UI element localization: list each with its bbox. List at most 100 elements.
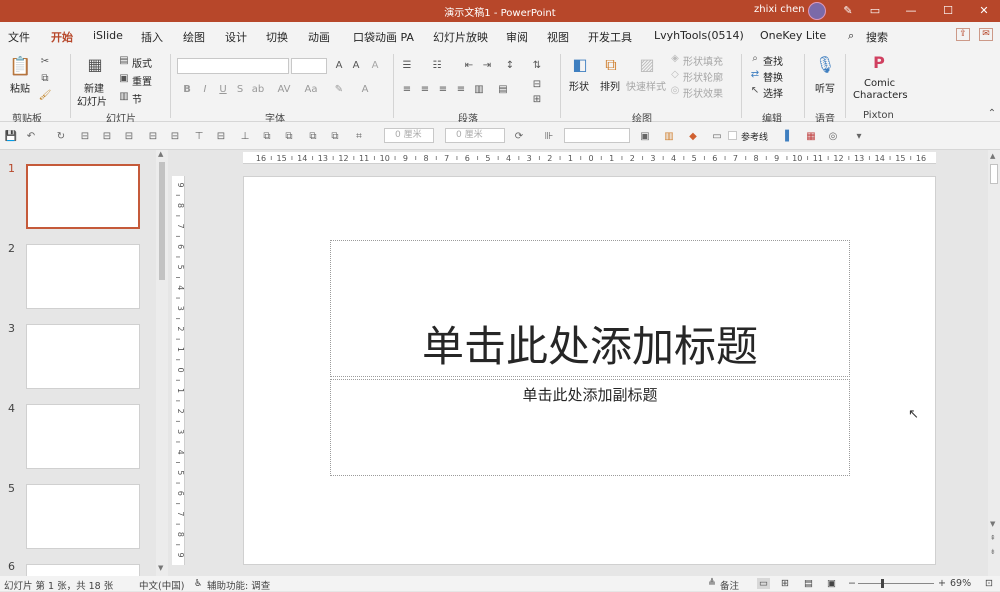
increase-indent-icon[interactable]: ⇥ xyxy=(480,60,494,72)
width-field[interactable]: 0 厘米 xyxy=(445,128,505,143)
reset-icon[interactable]: ▣ xyxy=(117,73,131,85)
close-icon[interactable]: ✕ xyxy=(976,3,992,19)
undo-icon[interactable]: ↶ xyxy=(24,130,38,143)
tab-file[interactable]: 文件 xyxy=(8,29,30,45)
thumbnail-scrollbar[interactable]: ▲ ▼ xyxy=(156,150,168,576)
table-icon[interactable]: ▦ xyxy=(804,130,818,143)
format-painter-icon[interactable]: 🖌 xyxy=(38,90,52,102)
font-name-dropdown[interactable] xyxy=(177,58,289,74)
shape-outline-button[interactable]: 形状轮廓 xyxy=(683,69,723,84)
font-size-dropdown[interactable] xyxy=(291,58,327,74)
line-spacing-icon[interactable]: ↕ xyxy=(503,60,517,72)
tab-insert[interactable]: 插入 xyxy=(141,29,163,45)
tab-developer[interactable]: 开发工具 xyxy=(588,29,632,45)
justify-icon[interactable]: ≡ xyxy=(454,84,468,96)
crop-icon[interactable]: ⌗ xyxy=(352,130,366,143)
align-icon[interactable]: ⊟ xyxy=(146,130,160,143)
fill-icon[interactable]: ▥ xyxy=(662,130,676,143)
group-icon[interactable]: ⧉ xyxy=(306,130,320,143)
slide-thumbnail-1[interactable] xyxy=(26,164,140,229)
section-icon[interactable]: ▥ xyxy=(117,91,131,103)
group-icon[interactable]: ⧉ xyxy=(328,130,342,143)
shapes-icon[interactable]: ◧ xyxy=(569,54,591,76)
shape-outline-icon[interactable]: ◇ xyxy=(668,69,682,81)
find-icon[interactable]: ⌕ xyxy=(748,53,762,65)
distributed-icon[interactable]: ▥ xyxy=(472,84,486,96)
share-icon[interactable]: ⇪ xyxy=(956,28,970,41)
paste-icon[interactable]: 📋 xyxy=(9,56,31,78)
slide-thumbnail-6[interactable] xyxy=(26,564,140,576)
tab-animations[interactable]: 动画 xyxy=(308,29,330,45)
section-button[interactable]: 节 xyxy=(132,91,142,106)
shapes-button[interactable]: 形状 xyxy=(569,78,589,93)
tab-design[interactable]: 设计 xyxy=(225,29,247,45)
underline-icon[interactable]: U xyxy=(216,84,230,96)
next-slide-icon[interactable]: ⇟ xyxy=(990,548,996,556)
title-placeholder[interactable]: 单击此处添加标题 xyxy=(330,240,850,377)
maximize-icon[interactable]: ☐ xyxy=(940,3,956,19)
tab-view[interactable]: 视图 xyxy=(547,29,569,45)
group-icon[interactable]: ⧉ xyxy=(282,130,296,143)
scrollbar-thumb[interactable] xyxy=(990,164,998,184)
subtitle-placeholder[interactable]: 单击此处添加副标题 xyxy=(330,379,850,476)
italic-icon[interactable]: I xyxy=(198,84,212,96)
align-left-icon[interactable]: ≡ xyxy=(400,84,414,96)
zoom-in-icon[interactable]: + xyxy=(938,578,946,589)
ribbon-display-icon[interactable]: ▭ xyxy=(867,3,883,19)
slide-sorter-icon[interactable]: ⊞ xyxy=(781,578,789,589)
outline-icon[interactable]: ▭ xyxy=(710,130,724,143)
columns-icon[interactable]: ▤ xyxy=(496,84,510,96)
highlight-icon[interactable]: ✎ xyxy=(332,84,346,96)
zoom-slider[interactable] xyxy=(858,583,934,584)
slide-thumbnail-5[interactable] xyxy=(26,484,140,549)
pen-icon[interactable]: ✎ xyxy=(840,3,856,19)
reset-button[interactable]: 重置 xyxy=(132,73,152,88)
bar-icon[interactable]: ▌ xyxy=(782,130,796,143)
select-icon[interactable]: ↖ xyxy=(748,85,762,97)
rotate-icon[interactable]: ⟳ xyxy=(512,130,526,143)
align-icon[interactable]: ⊟ xyxy=(78,130,92,143)
scroll-down-icon[interactable]: ▼ xyxy=(990,520,995,528)
copy-icon[interactable]: ⧉ xyxy=(38,73,52,85)
tab-onekey[interactable]: OneKey Lite xyxy=(760,29,826,42)
tab-transitions[interactable]: 切换 xyxy=(266,29,288,45)
accessibility-status[interactable]: 辅助功能: 调查 xyxy=(207,578,270,592)
tab-lvyhtools[interactable]: LvyhTools(0514) xyxy=(654,29,744,42)
zoom-slider-thumb[interactable] xyxy=(881,579,884,588)
align-icon[interactable]: ⊟ xyxy=(122,130,136,143)
align-text-icon[interactable]: ⊟ xyxy=(530,79,544,91)
shape-effects-button[interactable]: 形状效果 xyxy=(683,85,723,100)
distribute-icon[interactable]: ⊪ xyxy=(542,130,556,143)
normal-view-icon[interactable]: ▭ xyxy=(757,578,770,589)
avatar[interactable] xyxy=(808,2,826,20)
accessibility-icon[interactable]: ♿ xyxy=(194,578,203,589)
color-icon[interactable]: ◆ xyxy=(686,130,700,143)
slide-thumbnail-3[interactable] xyxy=(26,324,140,389)
tab-search[interactable]: 搜索 xyxy=(866,29,888,45)
reading-view-icon[interactable]: ▤ xyxy=(804,578,813,589)
find-button[interactable]: 查找 xyxy=(763,53,783,68)
strikethrough-icon[interactable]: ab xyxy=(251,84,265,96)
align-icon[interactable]: ⊥ xyxy=(238,130,252,143)
quick-styles-icon[interactable]: ▨ xyxy=(636,54,658,76)
tab-draw[interactable]: 绘图 xyxy=(183,29,205,45)
shape-icon[interactable]: ◎ xyxy=(826,130,840,143)
paste-button[interactable]: 粘贴 xyxy=(10,80,30,95)
comment-icon[interactable]: ✉ xyxy=(979,28,993,41)
quick-styles-button[interactable]: 快速样式 xyxy=(626,78,666,93)
minimize-icon[interactable]: — xyxy=(903,3,919,19)
slideshow-icon[interactable]: ▣ xyxy=(827,578,836,589)
tab-review[interactable]: 审阅 xyxy=(506,29,528,45)
comic-label[interactable]: Comic xyxy=(864,78,895,89)
bold-icon[interactable]: B xyxy=(180,84,194,96)
language[interactable]: 中文(中国) xyxy=(139,578,184,592)
save-icon[interactable]: 💾 xyxy=(4,130,18,143)
slide-thumbnail-4[interactable] xyxy=(26,404,140,469)
zoom-level[interactable]: 69% xyxy=(950,578,971,589)
replace-icon[interactable]: ⇄ xyxy=(748,69,762,81)
shape-effects-icon[interactable]: ◎ xyxy=(668,85,682,97)
editor-scrollbar[interactable]: ▲ ▼ ⇞ ⇟ xyxy=(988,150,1000,576)
comic-characters-button[interactable]: Characters xyxy=(853,90,908,101)
new-slide-icon[interactable]: ▦ xyxy=(84,54,106,76)
shape-fill-button[interactable]: 形状填充 xyxy=(683,53,723,68)
